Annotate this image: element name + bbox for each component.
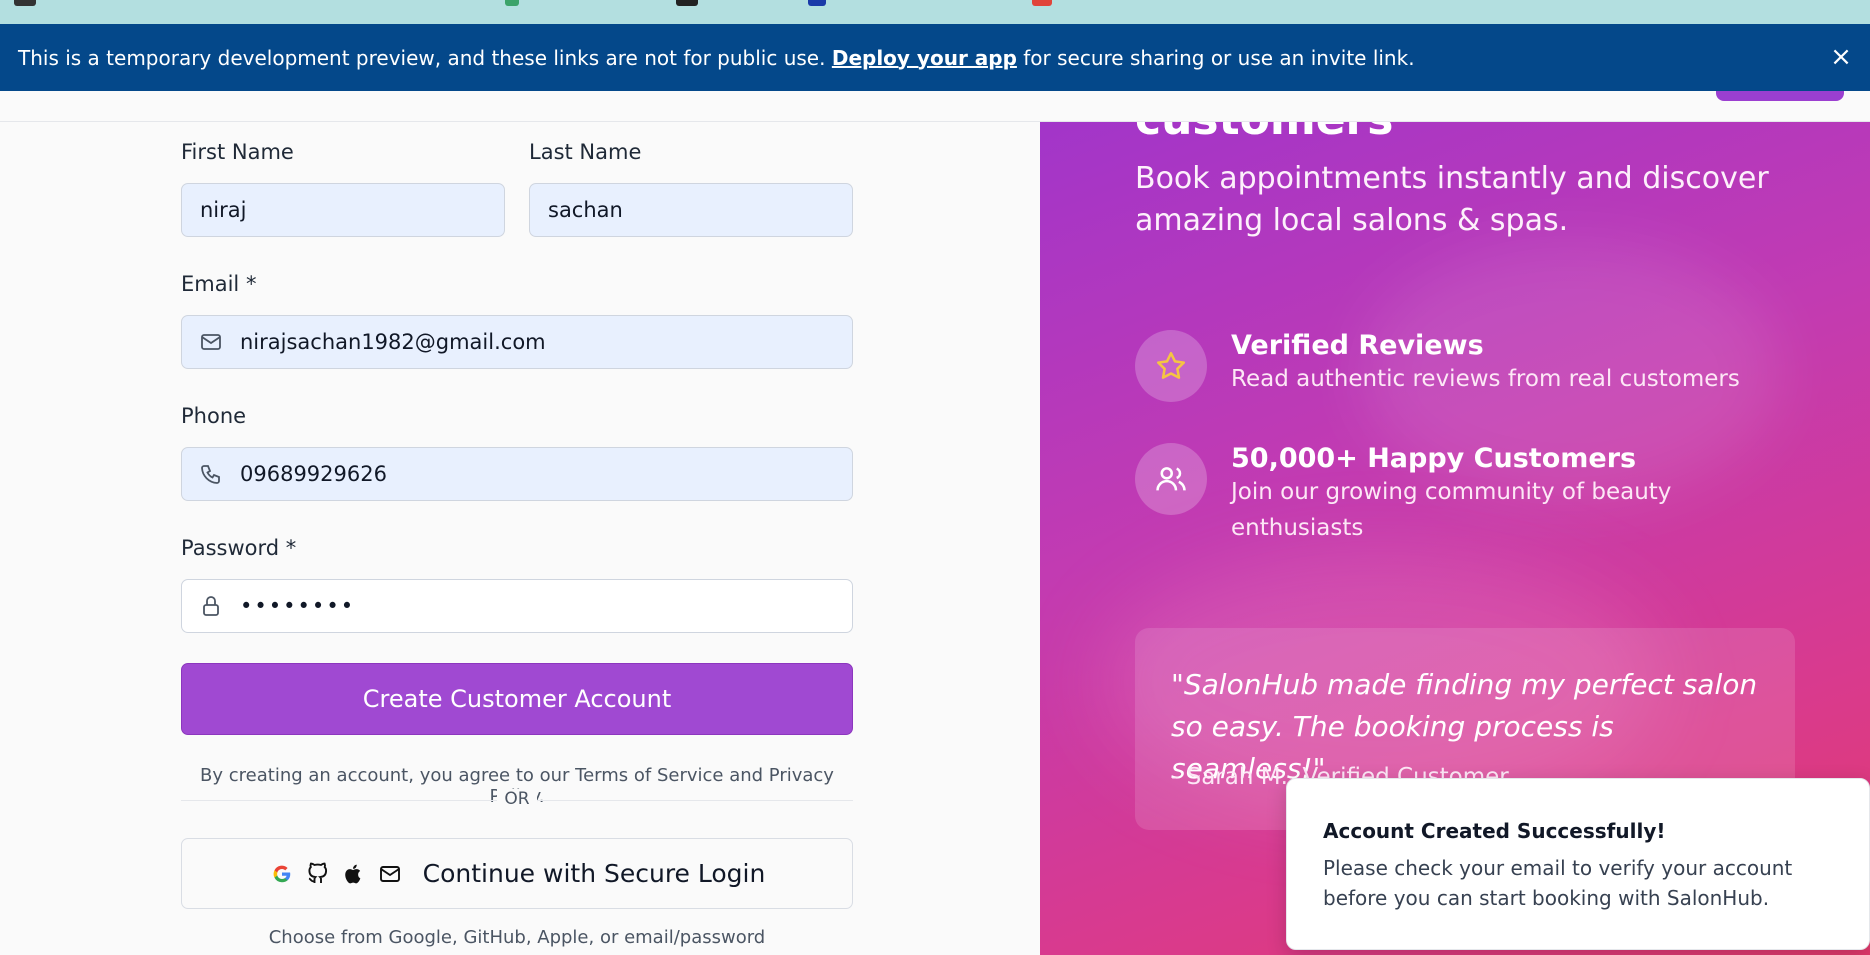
password-value: •••••••• xyxy=(240,594,356,618)
lock-icon xyxy=(182,594,240,618)
apple-icon xyxy=(341,861,367,887)
success-toast[interactable]: Account Created Successfully! Please che… xyxy=(1286,778,1870,950)
star-icon xyxy=(1135,330,1207,402)
header-button[interactable] xyxy=(1716,91,1844,101)
first-name-input[interactable]: niraj xyxy=(181,183,505,237)
password-label: Password * xyxy=(181,536,297,560)
hero-heading: customers xyxy=(1135,122,1393,145)
hero-subtitle: Book appointments instantly and discover… xyxy=(1135,161,1769,238)
or-separator: OR xyxy=(497,789,537,809)
github-icon xyxy=(305,861,331,887)
header-bar xyxy=(0,91,1870,122)
dev-preview-banner: This is a temporary development preview,… xyxy=(0,24,1870,91)
toast-title: Account Created Successfully! xyxy=(1323,819,1666,843)
last-name-value: sachan xyxy=(548,198,623,222)
tab-fragment[interactable] xyxy=(14,0,36,6)
feature-happy-customers: 50,000+ Happy Customers Join our growing… xyxy=(1135,443,1751,546)
banner-text: This is a temporary development preview,… xyxy=(18,45,1415,70)
first-name-label: First Name xyxy=(181,140,294,164)
login-options-text: Choose from Google, GitHub, Apple, or em… xyxy=(268,927,766,948)
close-icon[interactable]: × xyxy=(1826,42,1856,72)
tab-fragment[interactable] xyxy=(505,0,519,6)
tab-fragment[interactable] xyxy=(1032,0,1052,6)
password-input[interactable]: •••••••• xyxy=(181,579,853,633)
create-account-button[interactable]: Create Customer Account xyxy=(181,663,853,735)
secure-login-label: Continue with Secure Login xyxy=(422,859,766,888)
feature-desc: Read authentic reviews from real custome… xyxy=(1231,366,1740,392)
email-label: Email * xyxy=(181,272,257,296)
tab-fragment[interactable] xyxy=(676,0,698,6)
toast-message: Please check your email to verify your a… xyxy=(1323,856,1793,910)
tab-fragment[interactable] xyxy=(808,0,826,6)
phone-input[interactable]: 09689929626 xyxy=(181,447,853,501)
first-name-value: niraj xyxy=(200,198,247,222)
feature-title: 50,000+ Happy Customers xyxy=(1231,443,1637,474)
deploy-app-link[interactable]: Deploy your app xyxy=(832,46,1017,70)
feature-title: Verified Reviews xyxy=(1231,330,1484,361)
feature-verified-reviews: Verified Reviews Read authentic reviews … xyxy=(1135,330,1751,402)
mail-icon xyxy=(377,861,403,887)
phone-value: 09689929626 xyxy=(240,462,387,486)
phone-icon xyxy=(182,462,240,486)
google-icon xyxy=(269,861,295,887)
mail-icon xyxy=(182,330,240,354)
users-icon xyxy=(1135,443,1207,515)
feature-desc: Join our growing community of beauty ent… xyxy=(1231,479,1672,541)
last-name-input[interactable]: sachan xyxy=(529,183,853,237)
browser-tab-strip xyxy=(0,0,1870,24)
phone-label: Phone xyxy=(181,404,247,428)
email-value: nirajsachan1982@gmail.com xyxy=(240,330,546,354)
last-name-label: Last Name xyxy=(529,140,642,164)
email-input[interactable]: nirajsachan1982@gmail.com xyxy=(181,315,853,369)
secure-login-button[interactable]: Continue with Secure Login xyxy=(181,838,853,909)
